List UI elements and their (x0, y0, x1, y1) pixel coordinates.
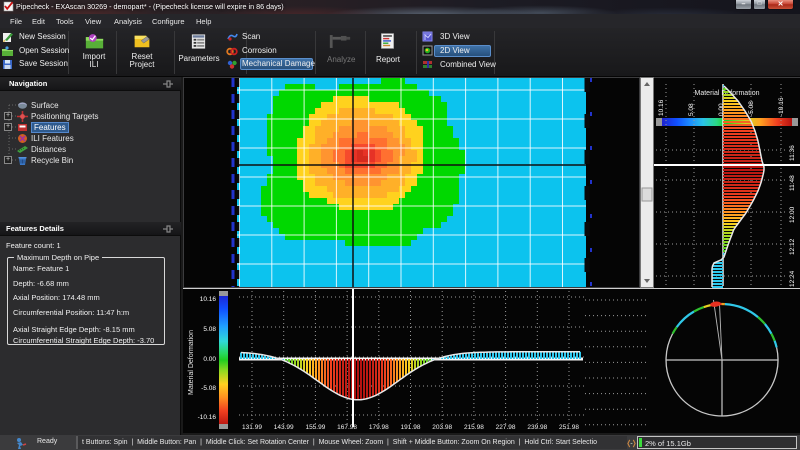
svg-text:10.16: 10.16 (658, 99, 665, 116)
svg-text:251.98: 251.98 (559, 424, 579, 431)
svg-text:143.99: 143.99 (274, 424, 294, 431)
svg-text:227.98: 227.98 (496, 424, 516, 431)
svg-text:239.98: 239.98 (527, 424, 547, 431)
svg-text:12:00: 12:00 (789, 206, 796, 223)
svg-text:203.98: 203.98 (432, 424, 452, 431)
svg-text:215.98: 215.98 (464, 424, 484, 431)
svg-text:Material Deformation: Material Deformation (188, 330, 195, 395)
svg-text:131.99: 131.99 (242, 424, 262, 431)
svg-text:0.00: 0.00 (203, 356, 216, 363)
svg-text:11:36: 11:36 (789, 145, 796, 161)
svg-text:5.08: 5.08 (203, 326, 216, 333)
svg-text:-5.08: -5.08 (201, 385, 216, 392)
svg-text:-10.16: -10.16 (198, 414, 217, 421)
svg-text:155.99: 155.99 (305, 424, 325, 431)
svg-text:179.98: 179.98 (369, 424, 389, 431)
svg-text:12:12: 12:12 (789, 238, 796, 255)
svg-text:11:48: 11:48 (789, 175, 796, 191)
svg-text:12:24: 12:24 (789, 270, 796, 287)
svg-text:10.16: 10.16 (200, 296, 217, 303)
svg-text:191.98: 191.98 (401, 424, 421, 431)
svg-text:167.98: 167.98 (337, 424, 357, 431)
